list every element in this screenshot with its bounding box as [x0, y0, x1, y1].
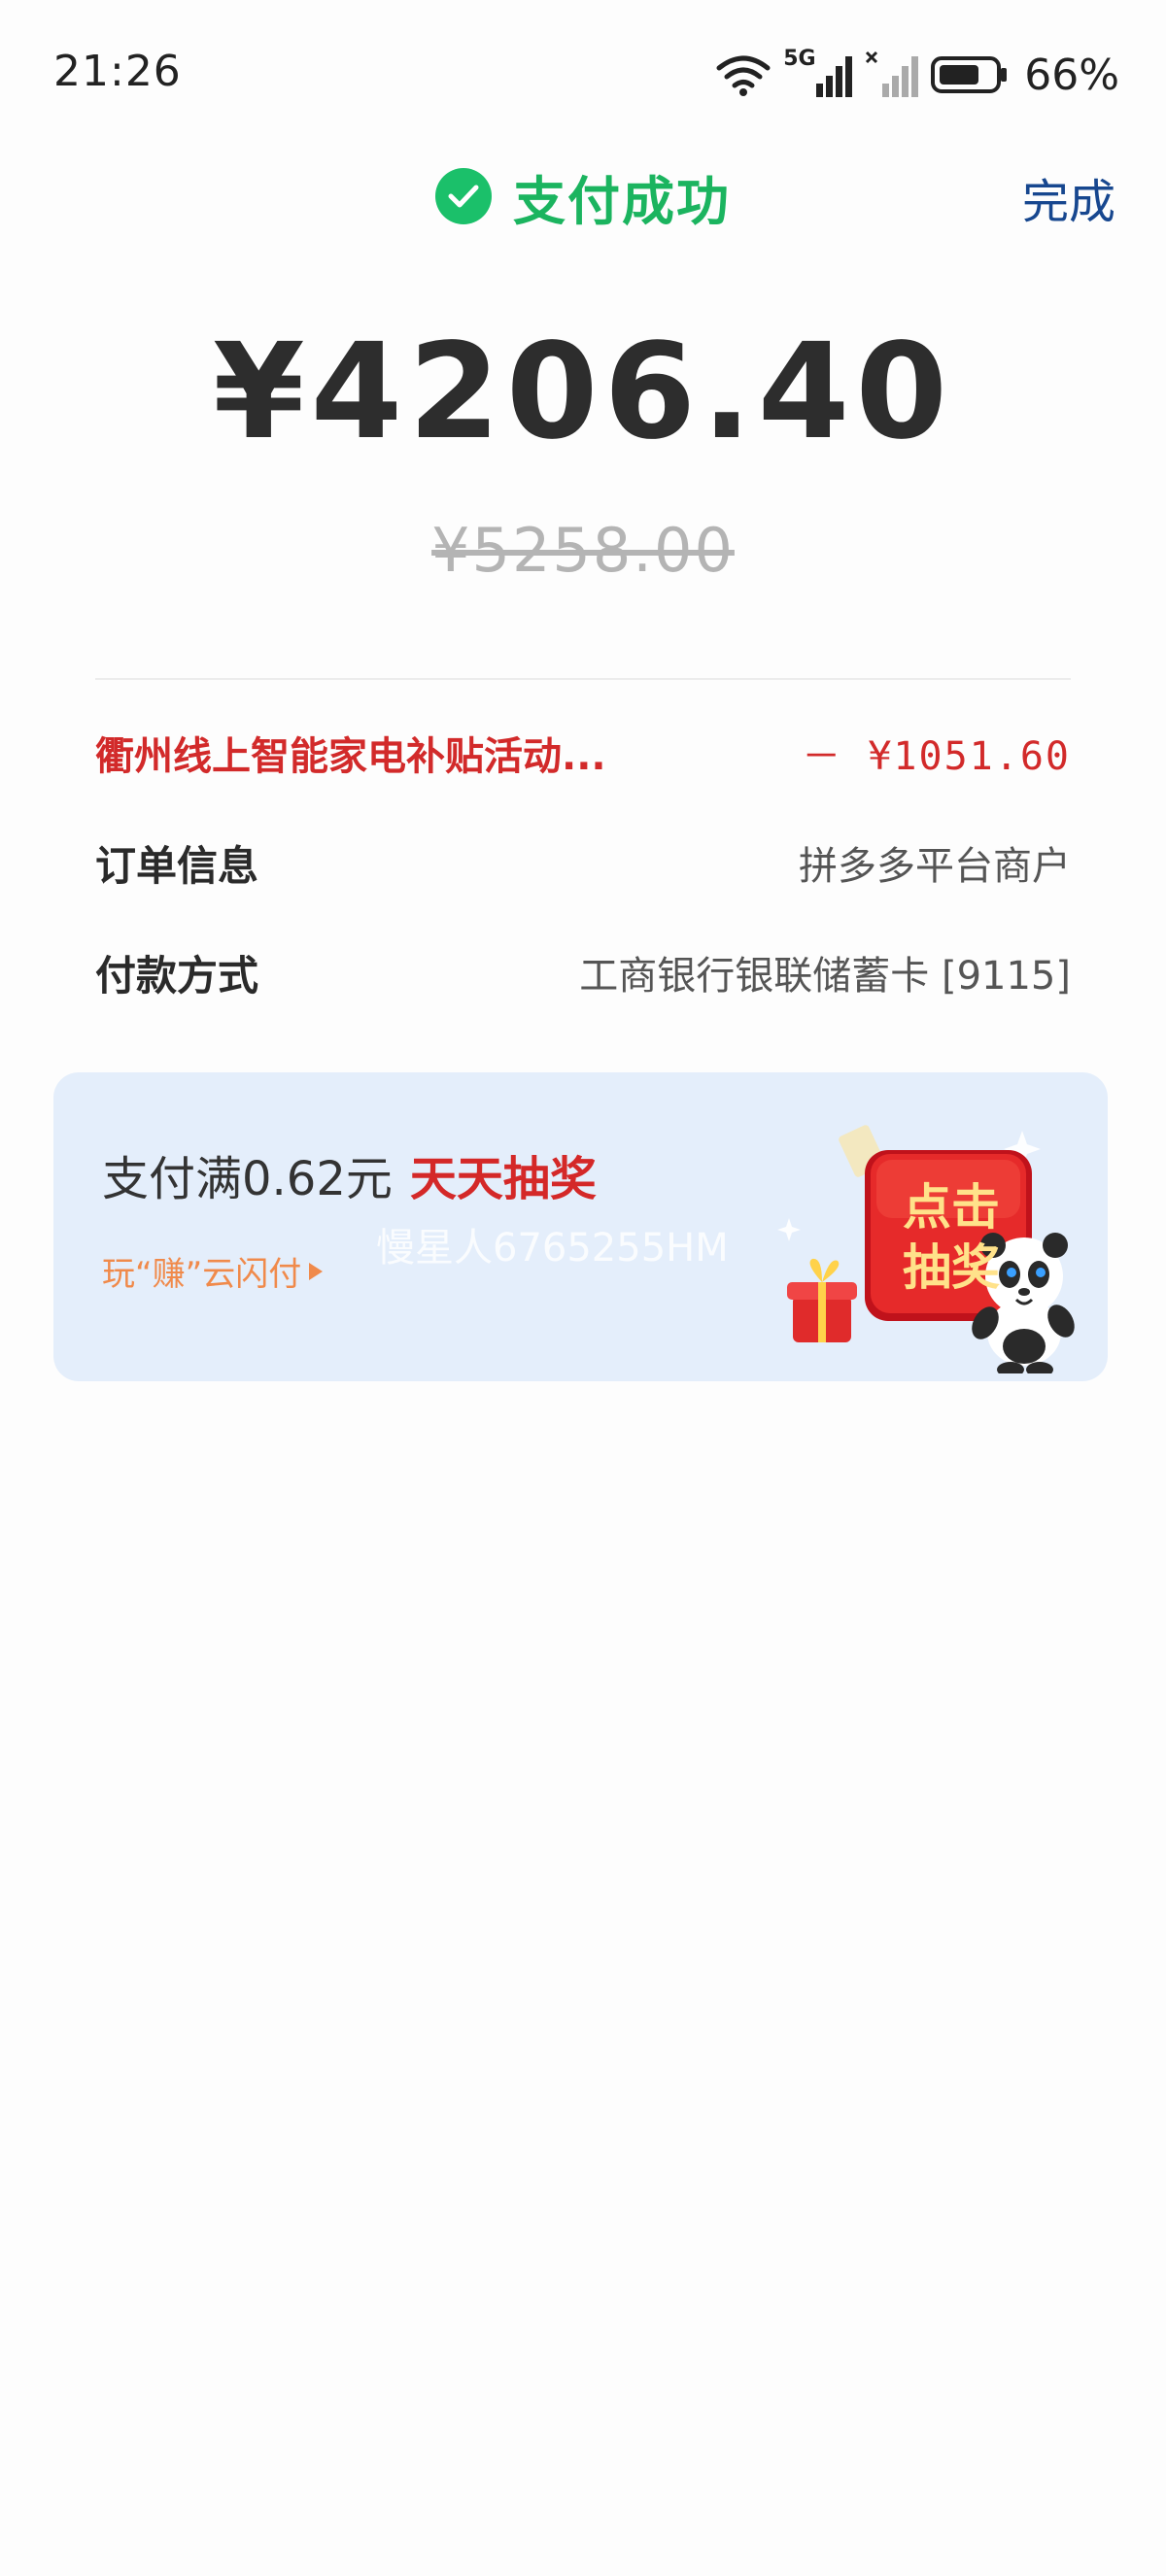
header: 支付成功 — [0, 157, 1166, 235]
promo-link[interactable]: 玩“赚”云闪付 — [102, 1247, 325, 1295]
original-amount: ¥5258.00 — [431, 515, 735, 586]
page-title: 支付成功 — [513, 170, 731, 232]
payment-method-value: 工商银行银联储蓄卡 [9115] — [579, 954, 1071, 999]
play-arrow-icon — [309, 1262, 324, 1280]
status-icons: 5G 66% — [715, 47, 1119, 103]
payment-method-row: 付款方式 工商银行银联储蓄卡 [9115] — [95, 938, 1071, 1006]
battery-icon — [931, 56, 1008, 93]
status-time: 21:26 — [53, 47, 182, 96]
payment-method-label: 付款方式 — [95, 951, 259, 1000]
lottery-button-label: 点击 抽奖 — [878, 1177, 1024, 1298]
paid-amount: ¥4206.40 — [212, 316, 954, 469]
lottery-button-line2: 抽奖 — [903, 1239, 1000, 1296]
promo-headline: 支付满0.62元 天天抽奖 — [102, 1140, 597, 1208]
promo-link-label: 玩“赚”云闪付 — [102, 1255, 302, 1294]
watermark-text: 慢星人6765255HM — [376, 1226, 729, 1271]
divider — [95, 678, 1071, 680]
subsidy-row[interactable]: 衢州线上智能家电补贴活动... － ¥1051.60 — [95, 719, 1071, 787]
order-info-row: 订单信息 拼多多平台商户 — [95, 829, 1071, 897]
signal-no-sim-icon — [866, 51, 919, 97]
order-info-value: 拼多多平台商户 — [799, 844, 1071, 889]
promo-highlight: 天天抽奖 — [409, 1152, 597, 1206]
done-button[interactable]: 完成 — [1022, 163, 1115, 231]
lottery-button[interactable]: 点击 抽奖 — [770, 1092, 1090, 1377]
lottery-button-line1: 点击 — [903, 1179, 1000, 1236]
lottery-promo-card[interactable]: 支付满0.62元 天天抽奖 玩“赚”云闪付 慢星人6765255HM 点击 抽奖 — [53, 1072, 1108, 1381]
battery-percent: 66% — [1024, 50, 1119, 100]
check-circle-icon — [435, 168, 492, 224]
subsidy-label: 衢州线上智能家电补贴活动... — [95, 734, 606, 779]
signal-5g-icon: 5G — [783, 47, 853, 99]
subsidy-value: － ¥1051.60 — [802, 734, 1071, 779]
promo-prefix: 支付满0.62元 — [102, 1152, 393, 1206]
status-bar: 21:26 5G 66% — [0, 0, 1166, 146]
order-info-label: 订单信息 — [95, 841, 259, 890]
wifi-icon — [716, 55, 771, 96]
